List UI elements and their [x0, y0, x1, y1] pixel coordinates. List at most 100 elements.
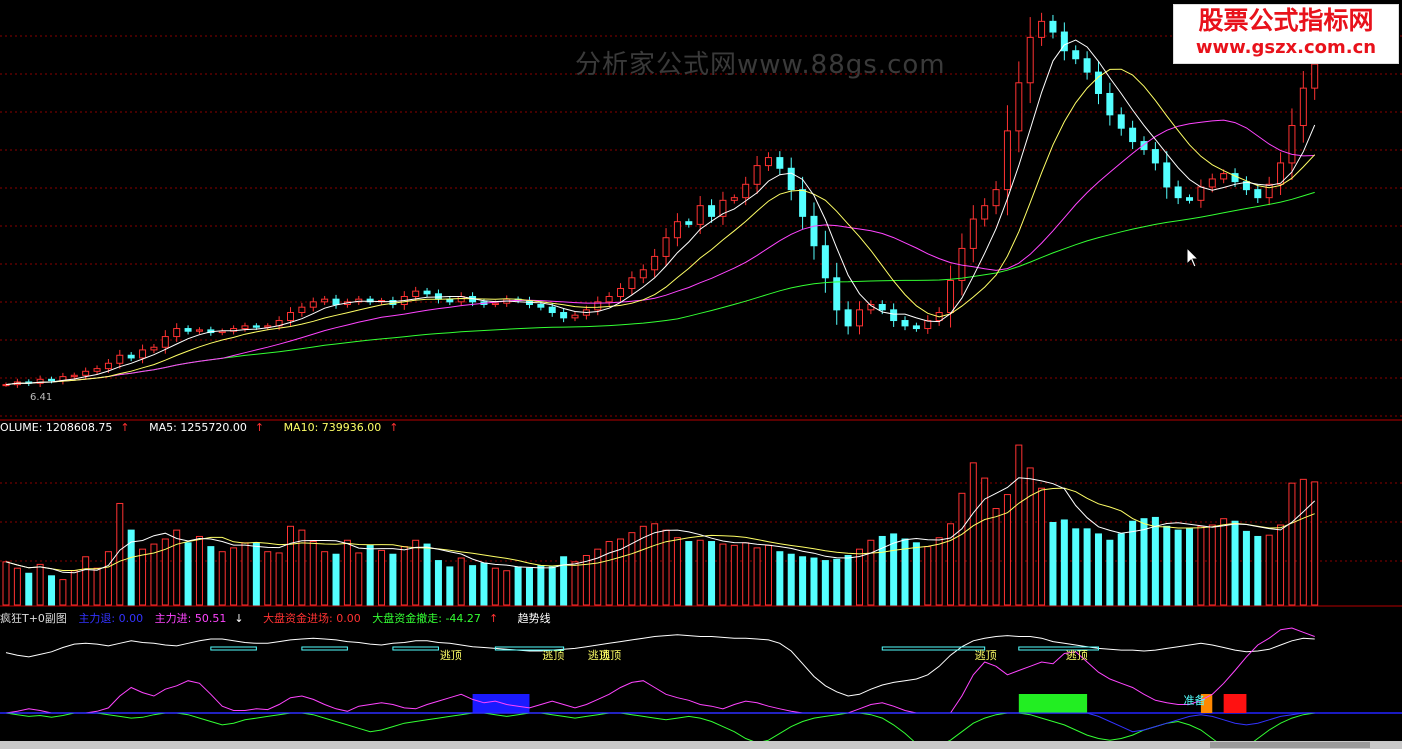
- volume-bar: [730, 544, 738, 606]
- candle-body: [1220, 173, 1228, 180]
- indicator-line-0: [5, 634, 1315, 697]
- mouse-pointer-icon: [1186, 247, 1200, 268]
- volume-bar: [833, 558, 841, 606]
- volume-bar: [366, 544, 374, 606]
- escape-signal-bar: [210, 646, 257, 651]
- volume-bar: [1072, 528, 1080, 606]
- candle-body: [70, 374, 78, 378]
- volume-bar: [355, 552, 363, 606]
- stock-chart[interactable]: 逃顶逃顶逃顶逃顶逃顶逃顶逃顶准备: [0, 0, 1402, 749]
- volume-bar: [525, 567, 533, 606]
- signal-block: [1223, 694, 1247, 713]
- candle-body: [537, 304, 545, 308]
- candle-body: [947, 279, 955, 314]
- candle-body: [1129, 127, 1137, 143]
- indicator-panel[interactable]: 逃顶逃顶逃顶逃顶逃顶逃顶逃顶准备: [0, 627, 1402, 749]
- volume-bar: [571, 561, 579, 606]
- dapan-out-up-arrow-icon: ↑: [488, 612, 499, 625]
- volume-bar: [1265, 534, 1273, 606]
- candle-body: [617, 287, 625, 297]
- candle-body: [491, 302, 499, 306]
- volume-bar: [195, 535, 203, 606]
- candle-body: [1299, 87, 1307, 127]
- candle-body: [412, 290, 420, 297]
- candle-body: [685, 221, 693, 225]
- scrollbar-thumb[interactable]: [1210, 742, 1370, 748]
- candle-body: [560, 312, 568, 319]
- candle-body: [673, 221, 681, 239]
- candle-body: [1072, 50, 1080, 60]
- volume-bar: [844, 555, 852, 606]
- volume-bar: [514, 566, 522, 606]
- candle-body: [48, 378, 56, 382]
- candle-body: [856, 309, 863, 327]
- volume-bar: [958, 492, 966, 606]
- volume-bar: [70, 570, 78, 606]
- volume-bar: [742, 542, 750, 606]
- volume-bar: [1197, 525, 1205, 606]
- volume-bar: [59, 579, 67, 606]
- volume-panel[interactable]: [2, 444, 1319, 606]
- watermark-text: 分析家公式网www.88gs.com: [575, 50, 946, 80]
- volume-bar: [560, 556, 568, 606]
- candle-body: [753, 165, 761, 185]
- candle-body: [1197, 186, 1205, 201]
- candle-body: [992, 189, 1000, 207]
- indicator-legend: 疯狂T+0副图 主力退: 0.00 主力进: 50.51 ↓ 大盘资金进场: 0.…: [0, 610, 559, 626]
- candle-body: [844, 309, 852, 327]
- volume-bar: [173, 529, 181, 606]
- candle-body: [1117, 114, 1125, 129]
- volume-bar: [753, 547, 761, 606]
- volume-bar: [1186, 528, 1194, 606]
- volume-bar: [82, 556, 90, 606]
- candle-body: [241, 325, 249, 330]
- volume-bar: [1231, 520, 1239, 606]
- candle-body: [1083, 58, 1091, 73]
- volume-bar: [332, 553, 340, 606]
- volume-bar: [343, 539, 351, 606]
- volume-bar: [480, 562, 488, 606]
- volume-bar: [389, 553, 397, 606]
- zhulituo-value: 主力退: 0.00: [78, 612, 144, 625]
- volume-bar: [764, 544, 772, 606]
- candle-body: [252, 325, 260, 328]
- horizontal-scrollbar[interactable]: [0, 741, 1402, 749]
- volume-bar: [1083, 528, 1091, 606]
- candle-body: [116, 354, 124, 364]
- volume-bar: [582, 555, 590, 606]
- candle-body: [1208, 178, 1216, 188]
- trend-line-label: 趋势线: [517, 612, 551, 625]
- candle-body: [1038, 20, 1046, 38]
- volume-bar: [241, 542, 249, 606]
- candle-body: [1186, 197, 1194, 201]
- volume-bar: [400, 546, 408, 606]
- volume-bar: [673, 537, 681, 606]
- volume-bar: [446, 566, 454, 606]
- volume-bar: [434, 560, 442, 606]
- candle-body: [1311, 63, 1319, 89]
- volume-bar: [1311, 481, 1319, 606]
- volume-bar: [969, 462, 977, 606]
- candle-body: [981, 205, 989, 220]
- volume-bar: [264, 551, 272, 606]
- volume-bar: [821, 560, 829, 606]
- volume-bar: [799, 556, 807, 606]
- candle-body: [423, 290, 431, 295]
- ma5-up-arrow-icon: ↑: [254, 421, 265, 434]
- candle-body: [309, 301, 317, 308]
- escape-signal-label: 逃顶: [440, 649, 462, 662]
- candle-body: [150, 346, 158, 351]
- volume-bar: [1049, 522, 1057, 606]
- volume-bar: [935, 537, 943, 606]
- candle-body: [1151, 149, 1159, 164]
- candle-body: [810, 215, 818, 247]
- ma20-line: [5, 119, 1315, 386]
- volume-up-arrow-icon: ↑: [120, 421, 130, 434]
- candle-body: [298, 306, 306, 314]
- volume-bar: [48, 575, 56, 606]
- volume-bar: [287, 525, 294, 606]
- volume-ma5-value: MA5: 1255720.00 ↑: [149, 421, 265, 434]
- candle-body: [708, 205, 716, 217]
- volume-bar: [1106, 539, 1114, 606]
- volume-bar: [218, 551, 226, 606]
